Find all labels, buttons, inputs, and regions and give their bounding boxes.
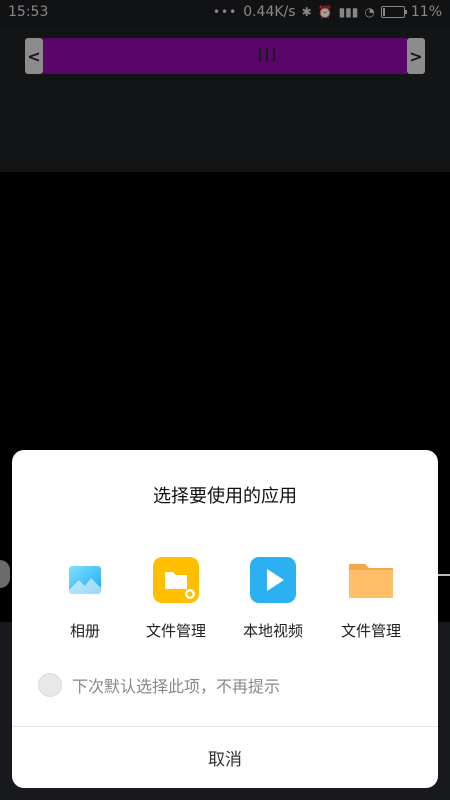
local-video-icon (250, 557, 296, 603)
remember-choice-label: 下次默认选择此项，不再提示 (72, 677, 281, 696)
remember-choice-row[interactable]: 下次默认选择此项，不再提示 (38, 670, 280, 700)
dialog-title: 选择要使用的应用 (153, 486, 297, 507)
side-indicator-line (438, 574, 450, 576)
remember-choice-checkbox[interactable] (38, 673, 62, 697)
app-option-file-manager-2[interactable]: 文件管理 (316, 556, 426, 652)
app-option-file-manager[interactable]: 文件管理 (121, 556, 231, 652)
file-manager-yellow-icon (153, 557, 199, 603)
folder-orange-icon (349, 564, 393, 598)
app-chooser-dialog: 选择要使用的应用 相册 文件管理 本地视频 文件管理 下次默认选择此项，不再提示… (12, 450, 438, 788)
cancel-button[interactable]: 取消 (12, 727, 438, 788)
app-option-local-video[interactable]: 本地视频 (218, 556, 328, 652)
app-label: 文件管理 (145, 622, 206, 640)
app-label: 文件管理 (340, 622, 401, 640)
app-label: 本地视频 (242, 622, 303, 640)
gallery-icon (69, 566, 101, 594)
